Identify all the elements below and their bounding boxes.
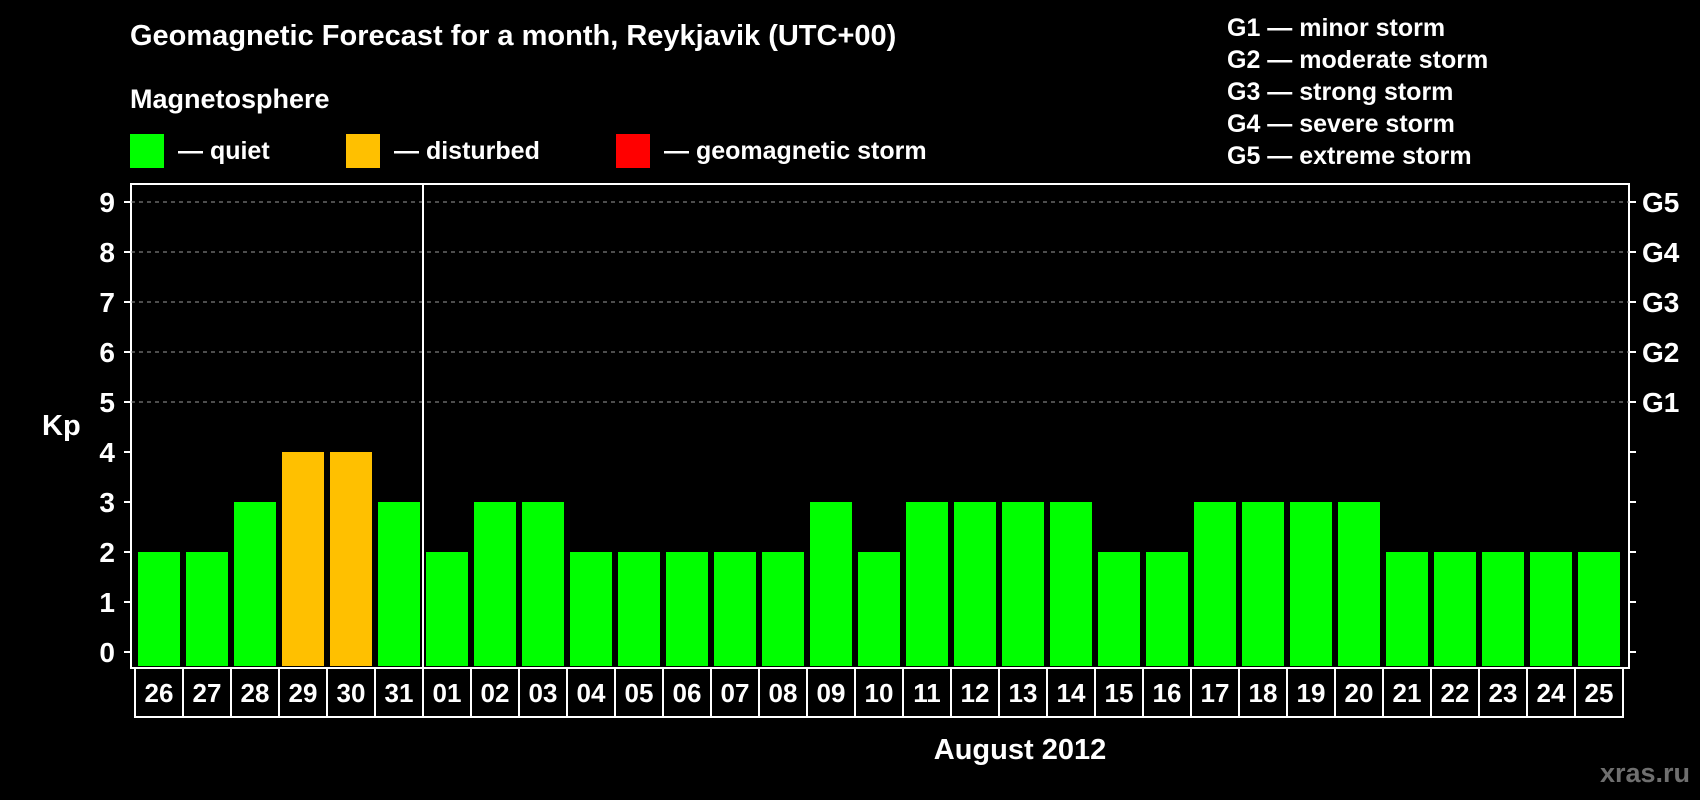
x-tick-label: 01 — [433, 678, 462, 708]
x-tick-label: 31 — [385, 678, 414, 708]
x-tick-label: 06 — [673, 678, 702, 708]
bar — [330, 452, 372, 666]
x-tick-label: 04 — [577, 678, 606, 708]
bar — [1434, 552, 1476, 666]
x-tick-label: 09 — [817, 678, 846, 708]
bar — [1002, 502, 1044, 666]
x-tick-label: 11 — [913, 678, 941, 708]
x-tick-label: 12 — [961, 678, 990, 708]
bar — [858, 552, 900, 666]
x-tick-label: 15 — [1105, 678, 1134, 708]
bar — [138, 552, 180, 666]
x-tick-label: 07 — [721, 678, 750, 708]
bar — [906, 502, 948, 666]
right-axis-label: G5 — [1642, 187, 1679, 218]
y-tick-label: 0 — [99, 637, 115, 668]
y-tick-label: 7 — [99, 287, 115, 318]
bar — [1578, 552, 1620, 666]
y-tick-label: 3 — [99, 487, 115, 518]
x-tick-label: 24 — [1537, 678, 1566, 708]
bar — [186, 552, 228, 666]
bar — [1050, 502, 1092, 666]
bar — [1338, 502, 1380, 666]
x-tick-label: 22 — [1441, 678, 1470, 708]
y-tick-label: 1 — [99, 587, 115, 618]
x-tick-label: 20 — [1345, 678, 1374, 708]
x-tick-label: 21 — [1393, 678, 1422, 708]
right-axis-label: G2 — [1642, 337, 1679, 368]
bar — [714, 552, 756, 666]
x-tick-label: 02 — [481, 678, 510, 708]
x-tick-label: 14 — [1057, 678, 1086, 708]
y-tick-label: 2 — [99, 537, 115, 568]
right-axis-label: G1 — [1642, 387, 1679, 418]
x-tick-label: 19 — [1297, 678, 1326, 708]
kp-bar-chart: 0123456789G1G2G3G4G526 27 28 29 30 31 01 02 03 04… — [99, 183, 1680, 718]
bar — [1386, 552, 1428, 666]
bar — [1146, 552, 1188, 666]
bar — [954, 502, 996, 666]
bar — [378, 502, 420, 666]
bar — [522, 502, 564, 666]
y-tick-label: 5 — [99, 387, 115, 418]
x-tick-label: 28 — [241, 678, 270, 708]
bar — [1482, 552, 1524, 666]
bar — [810, 502, 852, 666]
x-tick-label: 25 — [1585, 678, 1614, 708]
x-tick-label: 26 — [145, 678, 174, 708]
y-tick-label: 6 — [99, 337, 115, 368]
bar — [1290, 502, 1332, 666]
bar — [426, 552, 468, 666]
y-tick-label: 8 — [99, 237, 115, 268]
right-axis-label: G3 — [1642, 287, 1679, 318]
x-tick-label: 13 — [1009, 678, 1038, 708]
right-axis-label: G4 — [1642, 237, 1680, 268]
x-tick-label: 03 — [529, 678, 558, 708]
x-tick-label: 18 — [1249, 678, 1278, 708]
bar — [1098, 552, 1140, 666]
bar — [570, 552, 612, 666]
bar — [1194, 502, 1236, 666]
y-tick-label: 4 — [99, 437, 115, 468]
x-tick-label: 29 — [289, 678, 318, 708]
x-tick-label: 10 — [865, 678, 894, 708]
bar — [618, 552, 660, 666]
x-tick-label: 16 — [1153, 678, 1182, 708]
x-tick-label: 08 — [769, 678, 798, 708]
x-tick-label: 27 — [193, 678, 222, 708]
bar — [1530, 552, 1572, 666]
x-tick-label: 17 — [1201, 678, 1230, 708]
bar — [474, 502, 516, 666]
y-tick-label: 9 — [99, 187, 115, 218]
bar — [762, 552, 804, 666]
x-tick-label: 30 — [337, 678, 366, 708]
bar — [1242, 502, 1284, 666]
bar — [282, 452, 324, 666]
bar — [666, 552, 708, 666]
x-tick-label: 05 — [625, 678, 654, 708]
x-tick-label: 23 — [1489, 678, 1518, 708]
bar — [234, 502, 276, 666]
